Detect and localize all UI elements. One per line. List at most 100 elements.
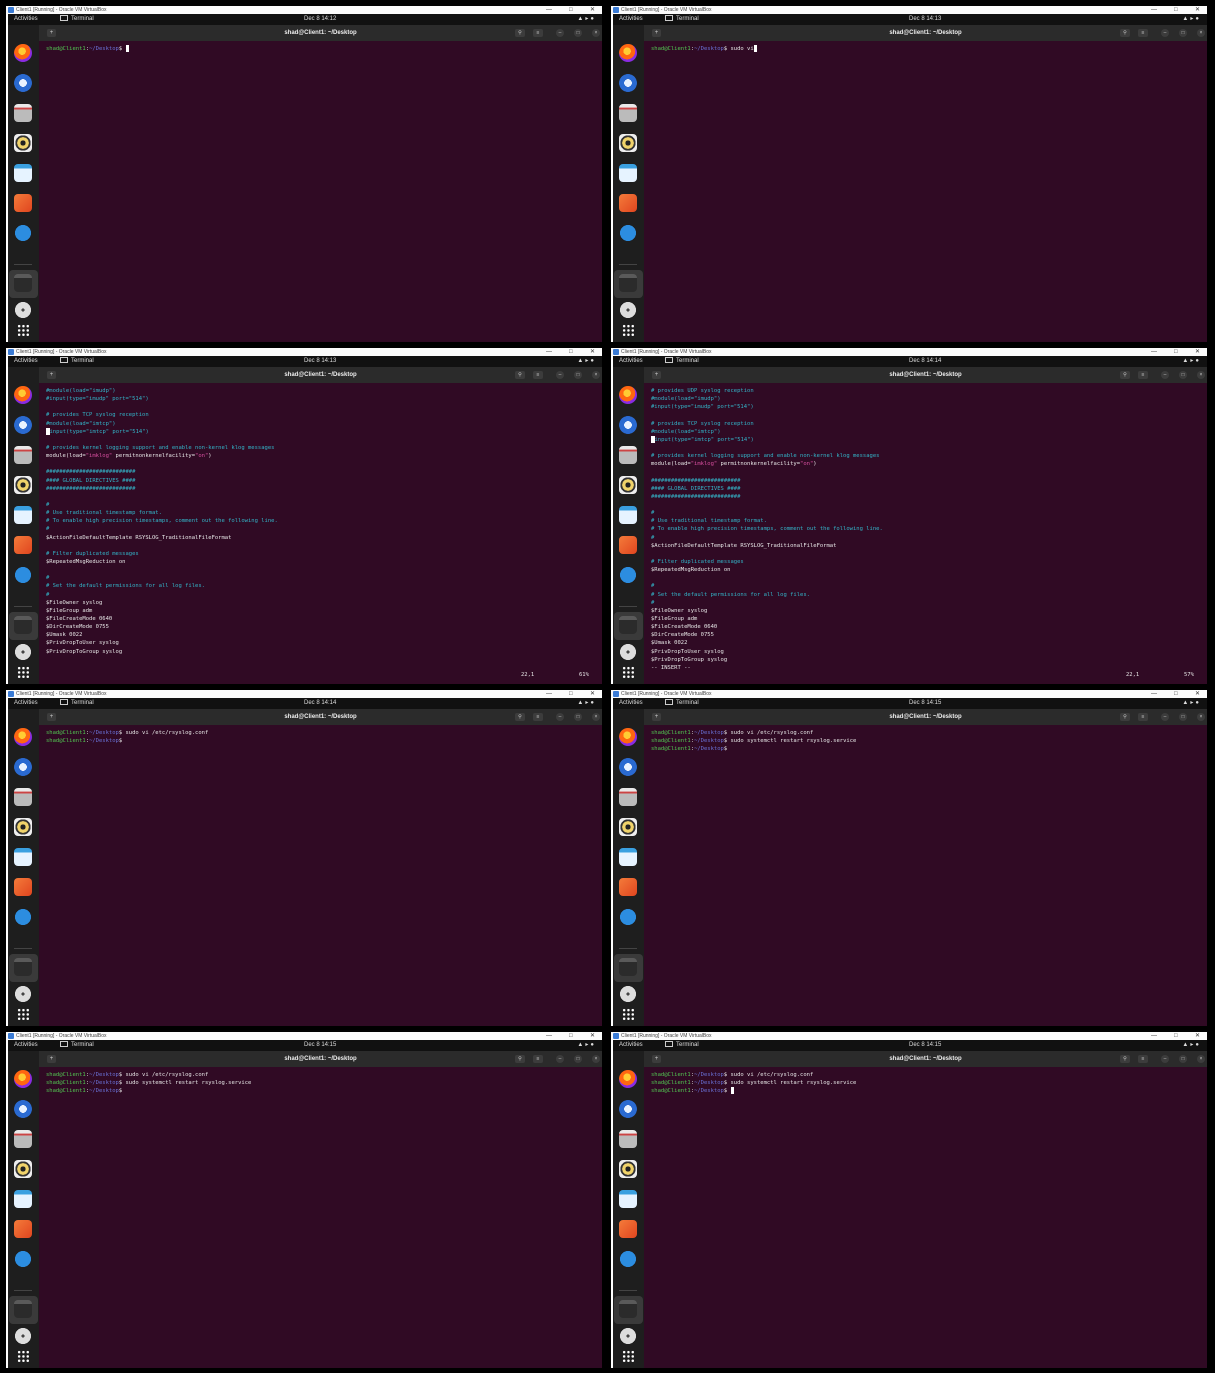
- system-tray[interactable]: ▲▸●: [577, 1040, 596, 1051]
- rhythmbox-icon[interactable]: [14, 818, 32, 836]
- search-icon[interactable]: ⚲: [1120, 1055, 1130, 1063]
- activities-button[interactable]: Activities: [619, 14, 643, 25]
- terminal-window[interactable]: + shad@Client1: ~/Desktop ⚲ ≡ – □ × shad…: [644, 25, 1207, 342]
- close-icon[interactable]: ×: [592, 1055, 600, 1063]
- thunderbird-icon[interactable]: [14, 1100, 32, 1118]
- disc-icon[interactable]: [619, 985, 637, 1003]
- app-center-icon[interactable]: [619, 194, 637, 212]
- maximize-icon[interactable]: □: [1179, 371, 1187, 379]
- minimize-icon[interactable]: —: [546, 6, 552, 14]
- close-icon[interactable]: ✕: [1195, 6, 1200, 14]
- system-tray[interactable]: ▲▸●: [1182, 356, 1201, 367]
- clock[interactable]: Dec 8 14:12: [304, 14, 336, 25]
- system-tray[interactable]: ▲▸●: [577, 356, 596, 367]
- app-menu-terminal[interactable]: Terminal: [60, 356, 94, 367]
- thunderbird-icon[interactable]: [619, 758, 637, 776]
- app-grid-icon[interactable]: [17, 1350, 30, 1363]
- thunderbird-icon[interactable]: [619, 416, 637, 434]
- writer-icon[interactable]: [14, 164, 32, 182]
- rhythmbox-icon[interactable]: [14, 134, 32, 152]
- activities-button[interactable]: Activities: [619, 1040, 643, 1051]
- minimize-icon[interactable]: —: [1151, 1032, 1157, 1040]
- close-icon[interactable]: ✕: [590, 690, 595, 698]
- terminal-output[interactable]: shad@Client1:~/Desktop$: [46, 45, 598, 53]
- system-tray[interactable]: ▲▸●: [1182, 1040, 1201, 1051]
- minimize-icon[interactable]: —: [1151, 690, 1157, 698]
- app-center-icon[interactable]: [14, 1220, 32, 1238]
- maximize-icon[interactable]: □: [1174, 1032, 1178, 1040]
- terminal-window[interactable]: + shad@Client1: ~/Desktop ⚲ ≡ – □ × # pr…: [644, 367, 1207, 684]
- terminal-icon[interactable]: [14, 958, 32, 976]
- activities-button[interactable]: Activities: [14, 356, 38, 367]
- close-icon[interactable]: ✕: [590, 348, 595, 356]
- writer-icon[interactable]: [619, 506, 637, 524]
- help-icon[interactable]: [14, 566, 32, 584]
- maximize-icon[interactable]: □: [1174, 348, 1178, 356]
- firefox-icon[interactable]: [14, 728, 32, 746]
- rhythmbox-icon[interactable]: [14, 476, 32, 494]
- rhythmbox-icon[interactable]: [619, 1160, 637, 1178]
- files-icon[interactable]: [14, 104, 32, 122]
- minimize-icon[interactable]: –: [1161, 713, 1169, 721]
- app-center-icon[interactable]: [619, 536, 637, 554]
- firefox-icon[interactable]: [619, 1070, 637, 1088]
- system-tray[interactable]: ▲▸●: [1182, 698, 1201, 709]
- writer-icon[interactable]: [14, 506, 32, 524]
- search-icon[interactable]: ⚲: [515, 29, 525, 37]
- terminal-window[interactable]: + shad@Client1: ~/Desktop ⚲ ≡ – □ × shad…: [39, 1051, 602, 1368]
- minimize-icon[interactable]: –: [1161, 1055, 1169, 1063]
- minimize-icon[interactable]: —: [546, 690, 552, 698]
- maximize-icon[interactable]: □: [1179, 713, 1187, 721]
- minimize-icon[interactable]: –: [556, 29, 564, 37]
- maximize-icon[interactable]: □: [1174, 690, 1178, 698]
- search-icon[interactable]: ⚲: [515, 371, 525, 379]
- terminal-window[interactable]: + shad@Client1: ~/Desktop ⚲ ≡ – □ × shad…: [39, 25, 602, 342]
- app-grid-icon[interactable]: [17, 324, 30, 337]
- minimize-icon[interactable]: –: [556, 1055, 564, 1063]
- terminal-window[interactable]: + shad@Client1: ~/Desktop ⚲ ≡ – □ × shad…: [39, 709, 602, 1026]
- clock[interactable]: Dec 8 14:15: [909, 1040, 941, 1051]
- terminal-icon[interactable]: [619, 958, 637, 976]
- clock[interactable]: Dec 8 14:15: [909, 698, 941, 709]
- hamburger-menu-icon[interactable]: ≡: [533, 1055, 543, 1063]
- firefox-icon[interactable]: [619, 386, 637, 404]
- disc-icon[interactable]: [619, 643, 637, 661]
- terminal-output[interactable]: shad@Client1:~/Desktop$ sudo vi /etc/rsy…: [46, 729, 598, 745]
- close-icon[interactable]: ×: [1197, 371, 1205, 379]
- terminal-output[interactable]: shad@Client1:~/Desktop$ sudo vi /etc/rsy…: [46, 1071, 598, 1095]
- help-icon[interactable]: [14, 224, 32, 242]
- writer-icon[interactable]: [619, 848, 637, 866]
- terminal-icon[interactable]: [619, 274, 637, 292]
- app-menu-terminal[interactable]: Terminal: [665, 14, 699, 25]
- terminal-window[interactable]: + shad@Client1: ~/Desktop ⚲ ≡ – □ × #mod…: [39, 367, 602, 684]
- app-center-icon[interactable]: [14, 878, 32, 896]
- minimize-icon[interactable]: –: [556, 713, 564, 721]
- minimize-icon[interactable]: –: [1161, 371, 1169, 379]
- activities-button[interactable]: Activities: [619, 356, 643, 367]
- hamburger-menu-icon[interactable]: ≡: [533, 713, 543, 721]
- disc-icon[interactable]: [14, 1327, 32, 1345]
- app-grid-icon[interactable]: [622, 666, 635, 679]
- rhythmbox-icon[interactable]: [619, 134, 637, 152]
- thunderbird-icon[interactable]: [14, 758, 32, 776]
- disc-icon[interactable]: [14, 985, 32, 1003]
- minimize-icon[interactable]: —: [1151, 6, 1157, 14]
- minimize-icon[interactable]: –: [1161, 29, 1169, 37]
- clock[interactable]: Dec 8 14:14: [909, 356, 941, 367]
- clock[interactable]: Dec 8 14:14: [304, 698, 336, 709]
- close-icon[interactable]: ✕: [590, 1032, 595, 1040]
- maximize-icon[interactable]: □: [574, 713, 582, 721]
- terminal-output[interactable]: # provides UDP syslog reception #module(l…: [651, 387, 1203, 672]
- minimize-icon[interactable]: —: [546, 1032, 552, 1040]
- close-icon[interactable]: ×: [1197, 29, 1205, 37]
- disc-icon[interactable]: [14, 301, 32, 319]
- maximize-icon[interactable]: □: [1179, 29, 1187, 37]
- app-grid-icon[interactable]: [17, 666, 30, 679]
- terminal-output[interactable]: shad@Client1:~/Desktop$ sudo vi /etc/rsy…: [651, 1071, 1203, 1095]
- terminal-icon[interactable]: [14, 616, 32, 634]
- app-center-icon[interactable]: [14, 194, 32, 212]
- close-icon[interactable]: ×: [1197, 713, 1205, 721]
- files-icon[interactable]: [14, 788, 32, 806]
- activities-button[interactable]: Activities: [619, 698, 643, 709]
- files-icon[interactable]: [619, 104, 637, 122]
